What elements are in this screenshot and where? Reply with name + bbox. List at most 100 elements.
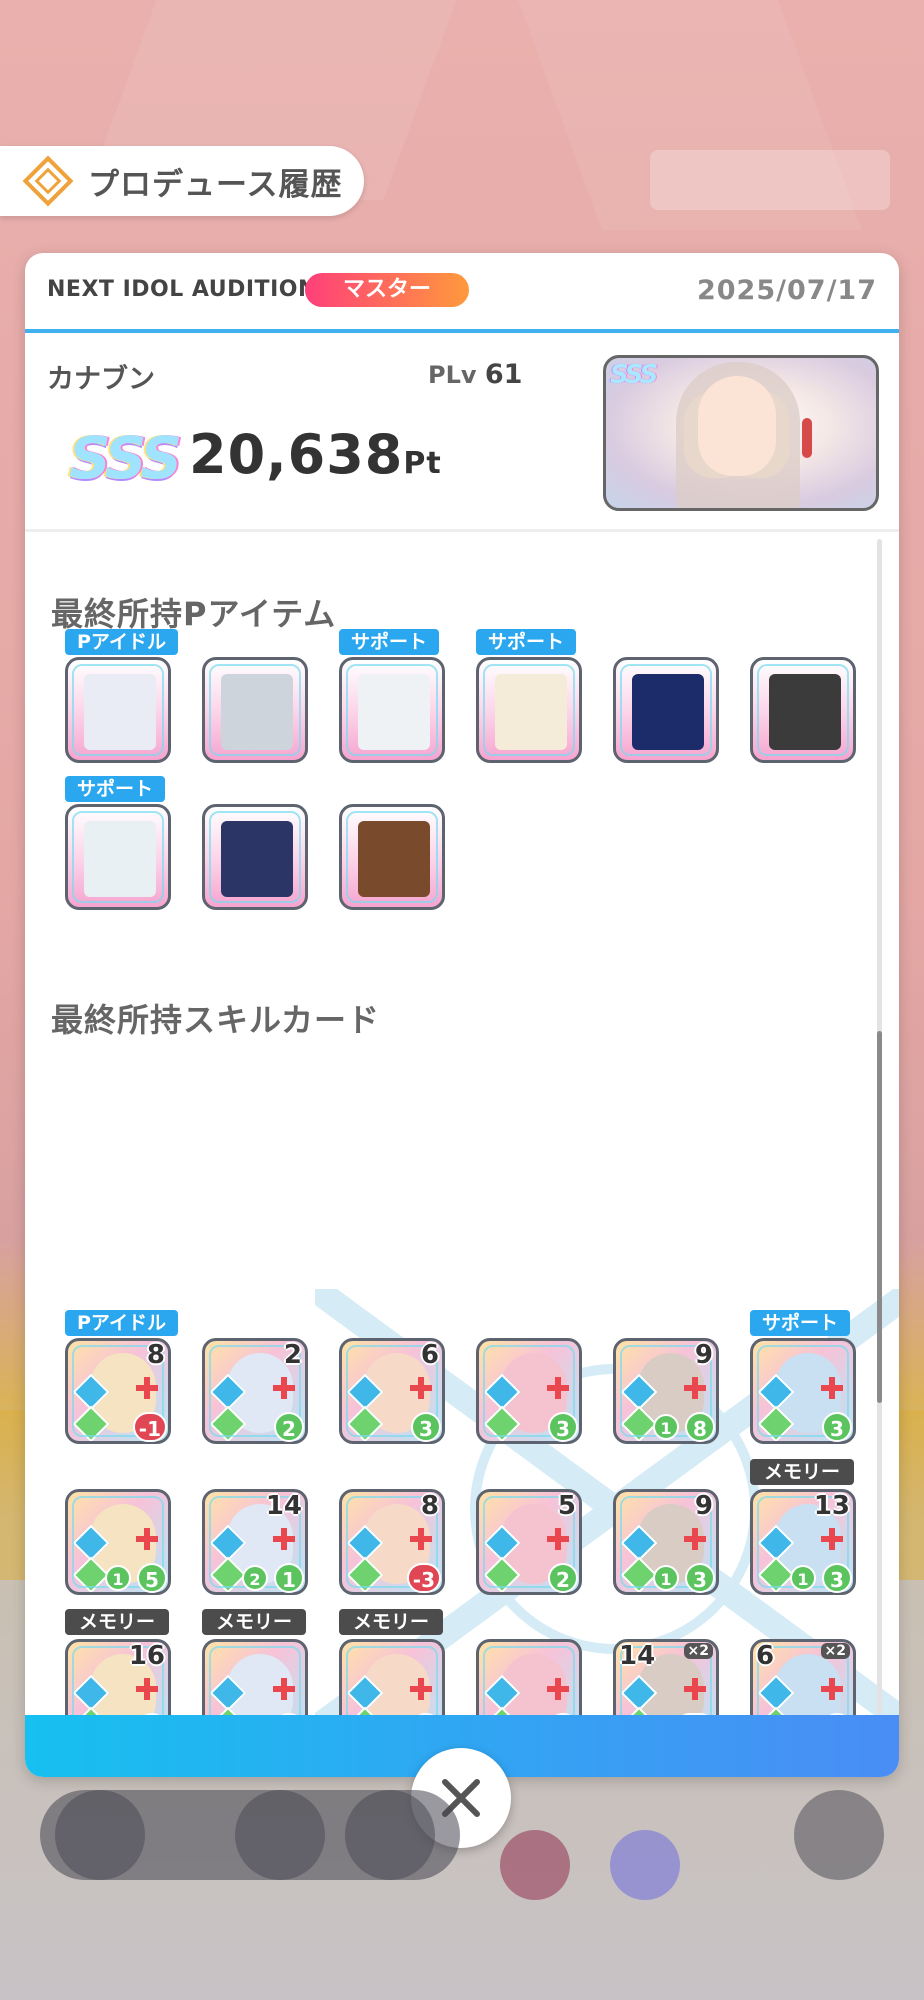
skill-card-tile[interactable]: 3 サポート — [750, 1310, 856, 1444]
p-item-tag: Pアイドル — [65, 629, 178, 655]
skill-effect-gem-icon — [620, 1405, 658, 1441]
skill-card-tag: メモリー — [750, 1459, 855, 1485]
p-item-tile[interactable] — [339, 804, 445, 910]
skill-effect-gem-icon — [483, 1706, 521, 1715]
skill-effect-gem-icon — [483, 1405, 521, 1441]
skill-card-cost: 16 — [128, 1641, 165, 1671]
idol-portrait[interactable]: SSS — [603, 355, 879, 511]
skill-card-value: 5 — [137, 1563, 167, 1593]
skill-card-art — [501, 1654, 567, 1715]
p-item-tile[interactable] — [202, 804, 308, 910]
background-logo — [650, 150, 890, 210]
enhanced-plus-icon — [136, 1528, 158, 1550]
enhanced-plus-icon — [136, 1377, 158, 1399]
skill-effect-gem-icon — [757, 1373, 795, 1411]
skill-card-sub-value: 2 — [242, 1565, 268, 1591]
p-item-tile[interactable] — [750, 657, 856, 763]
skill-card-tile[interactable]: 52 — [476, 1489, 582, 1595]
produce-history-title: プロデュース履歴 — [88, 166, 343, 203]
skill-card-tile[interactable]: 14 2 1 — [202, 1489, 308, 1595]
skill-effect-gem-icon — [620, 1373, 658, 1411]
enhanced-plus-icon — [273, 1377, 295, 1399]
producer-name: カナブン — [47, 364, 155, 395]
idol-nav-icon — [235, 1790, 325, 1880]
skill-effect-gem-icon — [483, 1674, 521, 1712]
plv-label: PLv — [428, 361, 477, 389]
skill-effect-gem-icon — [757, 1405, 795, 1441]
skill-effect-gem-icon — [346, 1706, 384, 1715]
produce-date: 2025/07/17 — [696, 275, 877, 306]
skill-card-art — [364, 1654, 430, 1715]
skill-effect-gem-icon — [72, 1556, 110, 1592]
skill-card-value: -3 — [406, 1563, 441, 1593]
skill-effect-gem-icon — [209, 1524, 247, 1562]
skill-card-tag: メモリー — [339, 1609, 444, 1635]
p-item-tile[interactable] — [202, 657, 308, 763]
p-item-tile[interactable]: サポート — [65, 776, 171, 910]
skill-card-value: 1 — [274, 1563, 304, 1593]
skill-effect-gem-icon — [346, 1556, 384, 1592]
skill-card-value: 3 — [411, 1412, 441, 1442]
skill-effect-gem-icon — [72, 1524, 110, 1562]
skill-effect-gem-icon — [209, 1674, 247, 1712]
plv-value: 61 — [484, 359, 523, 390]
enhanced-plus-icon — [547, 1678, 569, 1700]
skill-card-tile[interactable]: 15 — [65, 1489, 171, 1595]
skill-effect-gem-icon — [72, 1674, 110, 1712]
skill-effect-gem-icon — [620, 1674, 658, 1712]
goggles-icon — [769, 674, 841, 750]
skill-card-tile[interactable]: 13 1 3 メモリー — [750, 1459, 856, 1595]
producer-level: PLv 61 — [428, 359, 522, 390]
skill-effect-gem-icon — [72, 1405, 110, 1441]
skill-effect-gem-icon — [620, 1556, 658, 1592]
bottom-navigation-blurred — [0, 1770, 924, 1920]
skill-card-cost: 9 — [694, 1340, 713, 1370]
skill-card-tile[interactable]: 14×210 — [613, 1639, 719, 1715]
skill-card-sub-value: 1 — [653, 1565, 679, 1591]
history-diamond-icon — [22, 155, 74, 207]
skill-card-tile[interactable]: 24メモリー — [339, 1609, 445, 1715]
difficulty-badge: マスター — [305, 273, 469, 307]
skill-card-cost: 5 — [557, 1491, 576, 1521]
enhanced-plus-icon — [684, 1528, 706, 1550]
audition-name: NEXT IDOL AUDITION — [47, 277, 317, 302]
skill-card-tile[interactable]: 9 18 — [613, 1338, 719, 1444]
skill-card-multiplier: ×2 — [683, 1643, 713, 1659]
skill-card-multiplier: ×2 — [820, 1643, 850, 1659]
score-value: 20,638 — [189, 423, 404, 486]
nia-pouch-icon — [221, 674, 293, 750]
skill-card-tile[interactable]: 22 — [202, 1338, 308, 1444]
skill-card-tile[interactable]: 9 13 — [613, 1489, 719, 1595]
nia-pass-icon — [632, 674, 704, 750]
skill-card-tile[interactable]: 3 — [476, 1338, 582, 1444]
scrollbar-thumb[interactable] — [877, 1031, 882, 1403]
skill-card-tile[interactable]: 6×26 — [750, 1639, 856, 1715]
skill-card-tile[interactable]: 168メモリー — [65, 1609, 171, 1715]
back-nav-icon — [345, 1790, 435, 1880]
skill-effect-gem-icon — [209, 1373, 247, 1411]
skill-card-cost: 8 — [420, 1491, 439, 1521]
skill-card-tile[interactable]: 15メモリー — [202, 1609, 308, 1715]
produce-result-card: NEXT IDOL AUDITION マスター 2025/07/17 カナブン … — [25, 253, 899, 1777]
skill-card-cost: 6 — [420, 1340, 439, 1370]
enhanced-plus-icon — [684, 1377, 706, 1399]
desk-lamp-icon — [358, 674, 430, 750]
skill-card-tile[interactable]: 8 -3 — [339, 1489, 445, 1595]
skill-effect-gem-icon — [620, 1706, 658, 1715]
skill-card-tag: Pアイドル — [65, 1310, 178, 1336]
skill-effect-gem-icon — [346, 1524, 384, 1562]
p-item-tile[interactable] — [613, 657, 719, 763]
skill-card-tile[interactable]: 4 — [476, 1639, 582, 1715]
skill-card-cost: 8 — [146, 1340, 165, 1370]
history-scroll-area[interactable]: 最終所持Pアイテム Pアイドル サポート サポート サポート 最終所持スキルカード 8… — [25, 529, 899, 1715]
skill-card-tile[interactable]: 8 -1 Pアイドル — [65, 1310, 178, 1444]
skill-effect-gem-icon — [483, 1556, 521, 1592]
skill-card-cost: 6 — [756, 1641, 775, 1671]
skill-card-cost: 9 — [694, 1491, 713, 1521]
p-item-tile[interactable]: Pアイドル — [65, 629, 178, 763]
skill-card-tag: メモリー — [202, 1609, 307, 1635]
nav-thumb-1 — [500, 1830, 570, 1900]
p-item-tile[interactable]: サポート — [339, 629, 445, 763]
skill-card-tile[interactable]: 63 — [339, 1338, 445, 1444]
p-item-tile[interactable]: サポート — [476, 629, 582, 763]
